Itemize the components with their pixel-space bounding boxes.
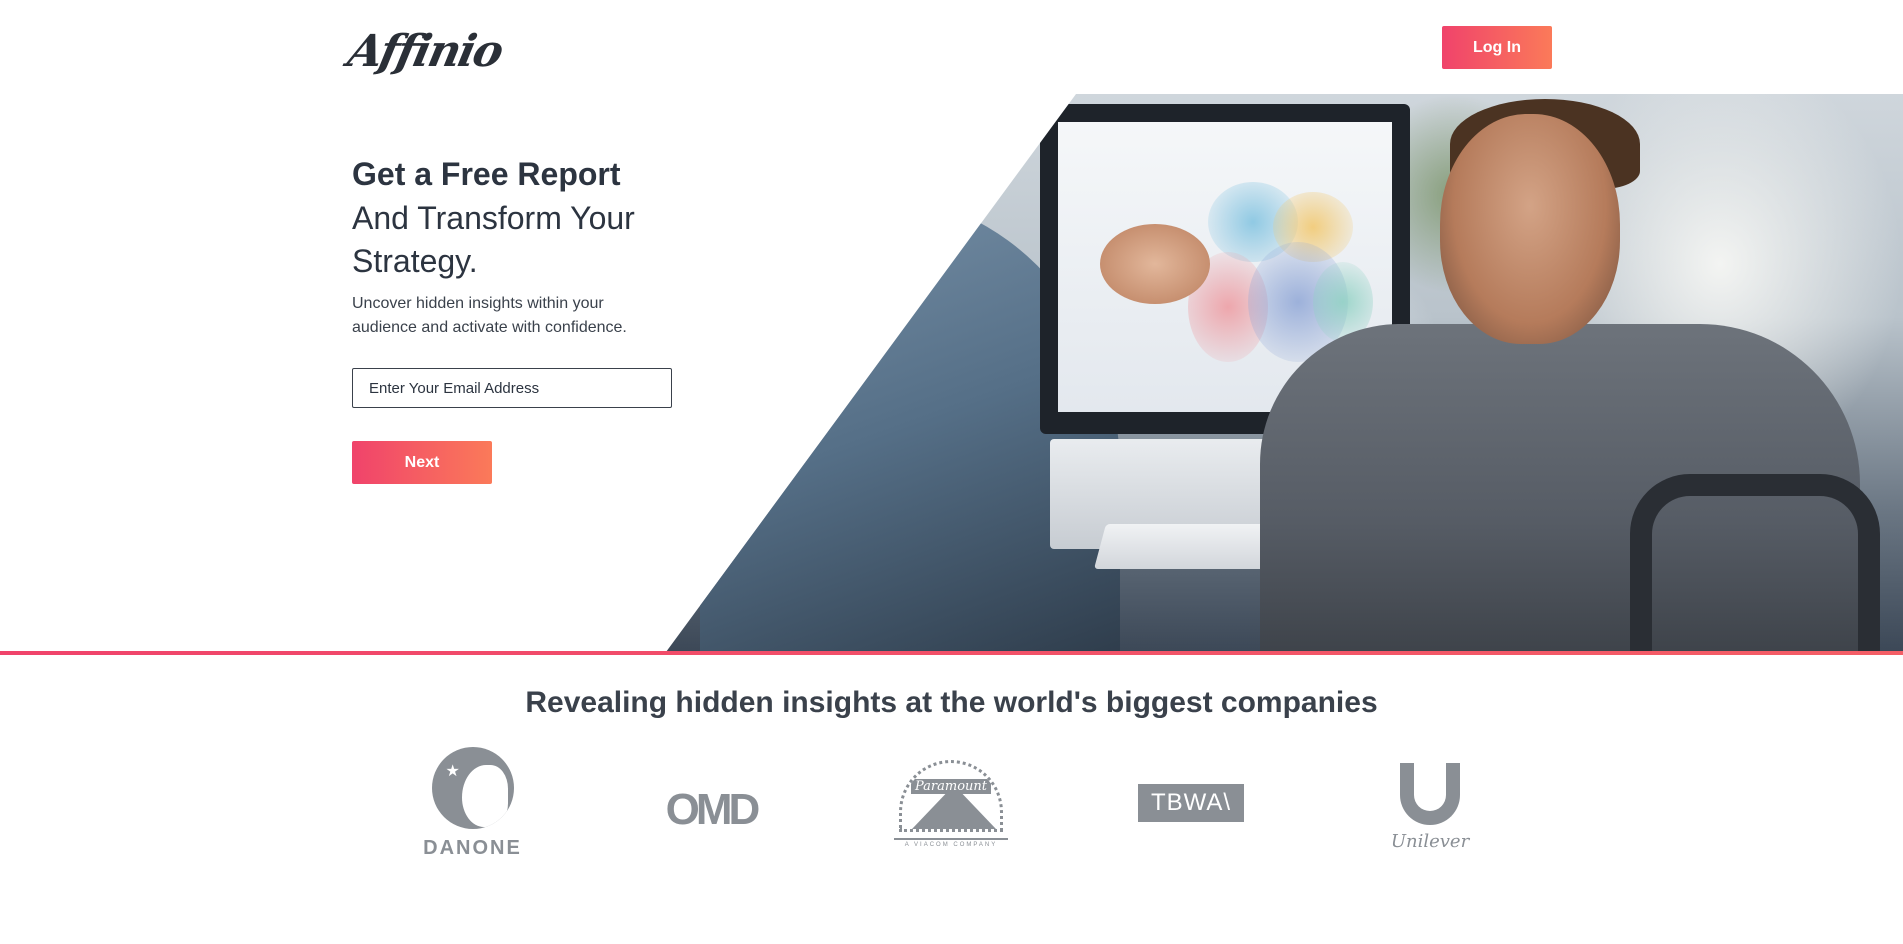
email-input[interactable] xyxy=(352,368,672,408)
paramount-wordmark: Paramount xyxy=(910,778,991,794)
login-button[interactable]: Log In xyxy=(1442,26,1552,69)
danone-wordmark: DANONE xyxy=(423,837,522,859)
paramount-subtitle: A VIACOM COMPANY xyxy=(904,842,998,848)
unilever-wordmark: Unilever xyxy=(1390,830,1470,852)
danone-emblem-icon: ★ xyxy=(431,747,514,829)
landing-page: Affinio Log In Get a Free Report And Tra… xyxy=(0,0,1903,944)
paramount-underline xyxy=(894,838,1008,840)
chair-shape xyxy=(1630,474,1880,652)
unilever-logo: Unilever xyxy=(1388,760,1472,854)
section-divider xyxy=(0,651,1903,655)
companies-heading: Revealing hidden insights at the world's… xyxy=(525,686,1378,719)
mountain-icon: Paramount xyxy=(899,760,1003,832)
person-head xyxy=(1440,114,1620,344)
hero-subtitle: And Transform Your Strategy. xyxy=(352,200,635,279)
next-button[interactable]: Next xyxy=(352,441,492,484)
hero-title: Get a Free Report xyxy=(352,156,621,192)
unilever-u-icon xyxy=(1400,762,1460,825)
omd-logo: OMD xyxy=(665,785,761,834)
pointing-hand xyxy=(1100,224,1210,304)
hero-description: Uncover hidden insights within your audi… xyxy=(352,295,627,336)
tbwa-logo: TBWA\ xyxy=(1138,784,1244,822)
star-icon: ★ xyxy=(445,763,460,780)
affinio-logo[interactable]: Affinio xyxy=(344,26,507,77)
danone-logo: ★ DANONE xyxy=(420,746,525,861)
hero-section: Get a Free Report And Transform Your Str… xyxy=(0,94,1903,652)
paramount-logo: Paramount A VIACOM COMPANY xyxy=(893,756,1009,852)
hero-image xyxy=(666,94,1903,652)
